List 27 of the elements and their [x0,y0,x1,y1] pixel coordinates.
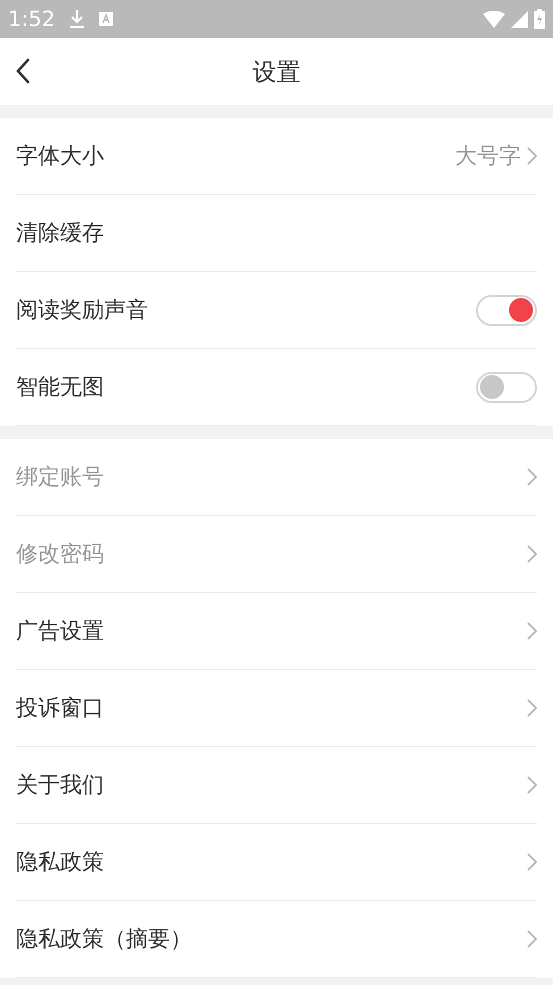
battery-icon [534,9,545,29]
chevron-right-icon [527,545,537,563]
chevron-right-icon [527,622,537,640]
setting-label[interactable]: 清除缓存 [16,218,104,248]
page-title: 设置 [252,56,300,88]
setting-label[interactable]: 阅读奖励声音 [16,295,148,325]
notification-icon [99,12,114,26]
setting-label[interactable]: 隐私政策 [16,847,104,877]
setting-label[interactable]: 隐私政策（摘要） [16,924,192,954]
wifi-icon [483,10,505,28]
chevron-right-icon [527,853,537,871]
chevron-right-icon [527,147,537,165]
setting-label[interactable]: 投诉窗口 [16,693,104,723]
chevron-right-icon [527,776,537,794]
toggle-switch[interactable] [476,372,537,402]
chevron-right-icon [527,930,537,948]
toggle-switch[interactable] [476,294,537,326]
chevron-right-icon [527,699,537,717]
setting-label[interactable]: 广告设置 [16,616,104,646]
setting-label[interactable]: 关于我们 [16,770,104,800]
download-icon [69,9,86,29]
status-time: 1:52 [8,7,56,31]
setting-value: 大号字 [455,143,521,171]
signal-icon [511,10,528,28]
setting-label[interactable]: 字体大小 [16,141,104,171]
chevron-right-icon [527,468,537,486]
setting-label[interactable]: 智能无图 [16,372,104,402]
